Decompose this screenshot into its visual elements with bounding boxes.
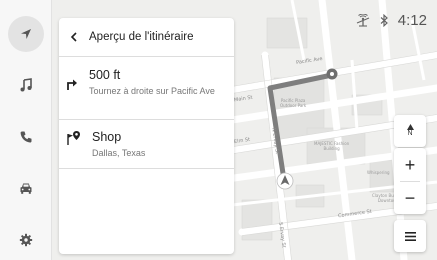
- zoom-out-button[interactable]: −: [394, 182, 426, 214]
- navigation-button[interactable]: [8, 16, 44, 52]
- back-button[interactable]: [59, 18, 89, 56]
- antenna-off-icon: [356, 14, 370, 27]
- route-overview-panel: Aperçu de l'itinéraire 500 ft Tournez à …: [59, 18, 234, 254]
- phone-button[interactable]: [8, 119, 44, 155]
- compass-label: N: [407, 130, 413, 137]
- settings-button[interactable]: [8, 222, 44, 258]
- bluetooth-icon: [380, 14, 388, 27]
- step-distance: 500 ft: [89, 68, 121, 82]
- route-step[interactable]: 500 ft Tournez à droite sur Pacific Ave: [59, 57, 234, 119]
- destination-pin-icon[interactable]: [326, 68, 338, 80]
- left-rail: [0, 0, 52, 260]
- current-position-icon: [276, 172, 294, 190]
- status-bar: 4:12: [356, 12, 427, 29]
- building-label: Whispering: [367, 170, 390, 175]
- compass-button[interactable]: N: [394, 115, 426, 147]
- navigation-screen: Pacific Ave Main St Elm St N Ervay St Co…: [0, 0, 437, 260]
- destination-name: Shop: [92, 130, 122, 144]
- gear-icon: [19, 233, 33, 247]
- destination-flag-icon: [67, 131, 80, 145]
- menu-button[interactable]: [394, 220, 426, 252]
- music-button[interactable]: [8, 67, 44, 103]
- zoom-in-button[interactable]: +: [394, 149, 426, 181]
- panel-header: Aperçu de l'itinéraire: [59, 18, 234, 56]
- music-note-icon: [20, 78, 32, 92]
- car-icon: [20, 183, 32, 194]
- destination-address: Dallas, Texas: [92, 148, 146, 158]
- vehicle-button[interactable]: [8, 170, 44, 206]
- zoom-controls: + −: [394, 148, 426, 214]
- navigation-icon: [21, 29, 31, 39]
- building-label: Pacific Plaza Outdoor Park: [280, 98, 307, 108]
- turn-right-icon: [67, 79, 77, 90]
- phone-icon: [20, 131, 32, 143]
- clock: 4:12: [397, 12, 427, 29]
- hamburger-menu-icon: [404, 231, 416, 241]
- chevron-left-icon: [70, 32, 77, 42]
- step-instruction: Tournez à droite sur Pacific Ave: [89, 86, 215, 96]
- divider: [59, 168, 234, 169]
- destination-item[interactable]: Shop Dallas, Texas: [59, 120, 234, 168]
- building-label: MAJESTIC Fashion Building: [314, 141, 350, 151]
- panel-title: Aperçu de l'itinéraire: [89, 31, 194, 43]
